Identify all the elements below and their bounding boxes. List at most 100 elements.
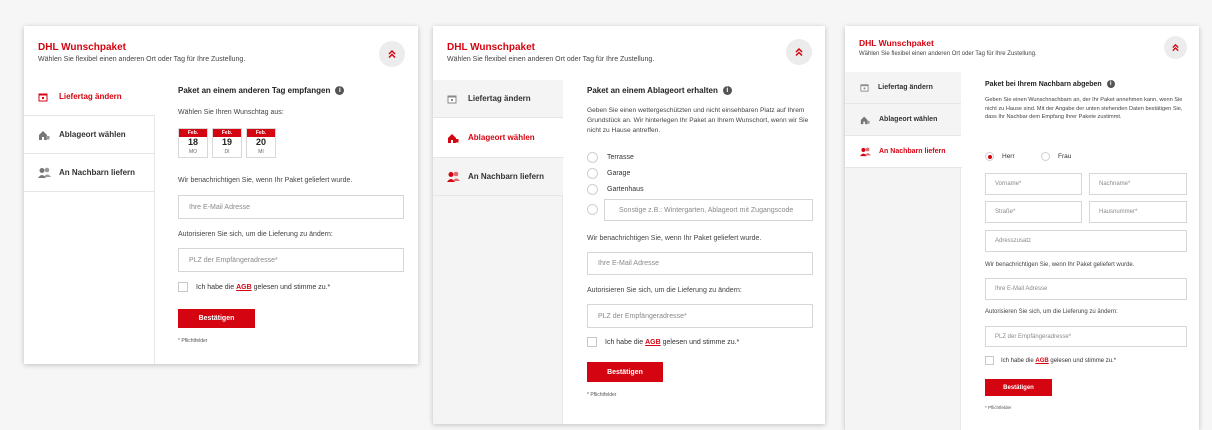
sidebar: Liefertag ändern Ablageort wählen An Nac… (24, 78, 155, 364)
card-subtitle: Wählen Sie flexibel einen anderen Ort od… (38, 56, 246, 63)
sidebar-item-label: Liefertag ändern (468, 94, 531, 103)
neighbor-icon (38, 167, 51, 179)
sidebar-item-ablageort[interactable]: Ablageort wählen (24, 116, 155, 154)
info-icon[interactable]: i (722, 86, 732, 95)
street-input[interactable]: Straße* (985, 201, 1082, 223)
wunschpaket-card-nachbarn: DHL Wunschpaket Wählen Sie flexibel eine… (845, 26, 1199, 430)
date-month: Feb. (179, 129, 207, 137)
option-label: Terrasse (607, 154, 634, 161)
radio-button[interactable] (587, 152, 598, 163)
info-icon[interactable]: i (335, 86, 345, 95)
required-note: * Pflichtfelder (178, 338, 208, 344)
info-icon[interactable]: i (1106, 80, 1115, 88)
firstname-input[interactable]: Vorname* (985, 173, 1082, 195)
notify-label: Wir benachrichtigen Sie, wenn Ihr Paket … (178, 177, 353, 184)
email-input[interactable]: Ihre E-Mail Adresse (178, 195, 404, 219)
required-note: * Pflichtfelder (587, 392, 617, 398)
sidebar-item-label: Ablageort wählen (879, 116, 938, 123)
ablageort-panel: Paket an einem Ablageort erhalten i Geben… (587, 86, 813, 421)
radio-button[interactable] (587, 204, 598, 215)
submit-button[interactable]: Bestätigen (587, 362, 663, 382)
agb-checkbox[interactable] (587, 337, 597, 347)
radio-button[interactable] (587, 168, 598, 179)
panel-heading: Paket an einem anderen Tag empfangen i (178, 86, 345, 95)
calendar-icon (860, 83, 869, 92)
sidebar-item-liefertag[interactable]: Liefertag ändern (845, 72, 961, 104)
agb-checkbox-row[interactable]: Ich habe die AGB gelesen und stimme zu.* (178, 282, 330, 292)
panel-description: Geben Sie einen wettergeschützten und ni… (587, 107, 809, 134)
agb-text-post: gelesen und stimme zu.* (251, 283, 331, 291)
lastname-input[interactable]: Nachname* (1089, 173, 1187, 195)
housenumber-input[interactable]: Hausnummer* (1089, 201, 1187, 223)
sidebar-item-liefertag[interactable]: Liefertag ändern (24, 78, 155, 116)
option-garage[interactable]: Garage (587, 168, 630, 179)
neighbor-icon (860, 147, 871, 157)
sidebar-item-nachbarn[interactable]: An Nachbarn liefern (845, 136, 962, 168)
agb-link[interactable]: AGB (645, 339, 661, 346)
date-option[interactable]: Feb. 20 MI (246, 128, 276, 158)
sidebar-item-label: Ablageort wählen (468, 133, 535, 142)
radio-dot (987, 154, 992, 159)
agb-checkbox-row[interactable]: Ich habe die AGB gelesen und stimme zu.* (587, 337, 739, 347)
sidebar: Liefertag ändern Ablageort wählen An Nac… (845, 72, 962, 430)
sidebar-item-label: Ablageort wählen (59, 130, 126, 139)
sidebar-item-ablageort[interactable]: Ablageort wählen (433, 118, 564, 158)
sidebar-item-nachbarn[interactable]: An Nachbarn liefern (433, 158, 563, 196)
panel-title: Paket an einem Ablageort erhalten (587, 86, 718, 95)
chevron-double-up-icon (1172, 43, 1179, 52)
date-month: Feb. (247, 129, 275, 137)
collapse-button[interactable] (786, 39, 812, 65)
agb-checkbox[interactable] (178, 282, 188, 292)
salutation-frau[interactable]: Frau (1041, 152, 1071, 161)
calendar-icon (447, 94, 457, 104)
notify-label: Wir benachrichtigen Sie, wenn Ihr Paket … (587, 235, 762, 242)
sidebar-item-ablageort[interactable]: Ablageort wählen (845, 104, 961, 136)
address-addition-input[interactable]: Adresszusatz (985, 230, 1187, 252)
salutation-label: Frau (1058, 153, 1072, 160)
sidebar-item-nachbarn[interactable]: An Nachbarn liefern (24, 154, 155, 192)
submit-button[interactable]: Bestätigen (985, 379, 1052, 396)
other-place-input[interactable]: Sonstige z.B.: Wintergarten, Ablageort m… (604, 199, 813, 221)
salutation-label: Herr (1002, 153, 1015, 160)
salutation-herr[interactable]: Herr (985, 152, 1015, 161)
panel-title: Paket bei Ihrem Nachbarn abgeben (985, 80, 1102, 88)
option-terrasse[interactable]: Terrasse (587, 152, 634, 163)
chevron-double-up-icon (388, 49, 396, 59)
neighbor-icon (447, 171, 460, 183)
sidebar-item-liefertag[interactable]: Liefertag ändern (433, 80, 563, 118)
email-input[interactable]: Ihre E-Mail Adresse (587, 252, 813, 275)
agb-link[interactable]: AGB (236, 284, 252, 291)
auth-label: Autorisieren Sie sich, um die Lieferung … (587, 287, 742, 294)
option-label: Gartenhaus (607, 186, 644, 193)
agb-text-pre: Ich habe die (1001, 357, 1036, 364)
collapse-button[interactable] (379, 41, 405, 67)
card-subtitle: Wählen Sie flexibel einen anderen Ort od… (447, 56, 655, 63)
radio-button[interactable] (587, 184, 598, 195)
collapse-button[interactable] (1164, 36, 1187, 59)
radio-button-selected[interactable] (985, 152, 994, 161)
agb-checkbox[interactable] (985, 356, 994, 365)
sidebar-item-label: Liefertag ändern (59, 92, 122, 101)
email-input[interactable]: Ihre E-Mail Adresse (985, 278, 1187, 300)
date-option[interactable]: Feb. 19 DI (212, 128, 242, 158)
agb-link[interactable]: AGB (1035, 358, 1048, 364)
drop-place-icon (860, 115, 870, 125)
panel-description: Geben Sie einen Wunschnachbarn an, der I… (985, 97, 1183, 121)
sidebar-item-label: An Nachbarn liefern (879, 148, 946, 155)
plz-input[interactable]: PLZ der Empfängeradresse* (587, 304, 813, 328)
auth-label: Autorisieren Sie sich, um die Lieferung … (178, 231, 333, 238)
panel-title: Paket an einem anderen Tag empfangen (178, 86, 331, 95)
submit-button[interactable]: Bestätigen (178, 309, 255, 328)
option-gartenhaus[interactable]: Gartenhaus (587, 184, 644, 195)
agb-checkbox-row[interactable]: Ich habe die AGB gelesen und stimme zu.* (985, 356, 1116, 365)
date-option[interactable]: Feb. 18 MO (178, 128, 208, 158)
plz-input[interactable]: PLZ der Empfängeradresse* (178, 248, 404, 272)
date-day: 20 (255, 137, 266, 147)
option-sonstige[interactable] (587, 204, 598, 215)
radio-button[interactable] (1041, 152, 1050, 161)
panel-heading: Paket an einem Ablageort erhalten i (587, 86, 732, 95)
plz-input[interactable]: PLZ der Empfängeradresse* (985, 326, 1187, 347)
panel-heading: Paket bei Ihrem Nachbarn abgeben i (985, 80, 1115, 88)
drop-place-icon (447, 132, 459, 144)
drop-place-icon (38, 129, 50, 141)
